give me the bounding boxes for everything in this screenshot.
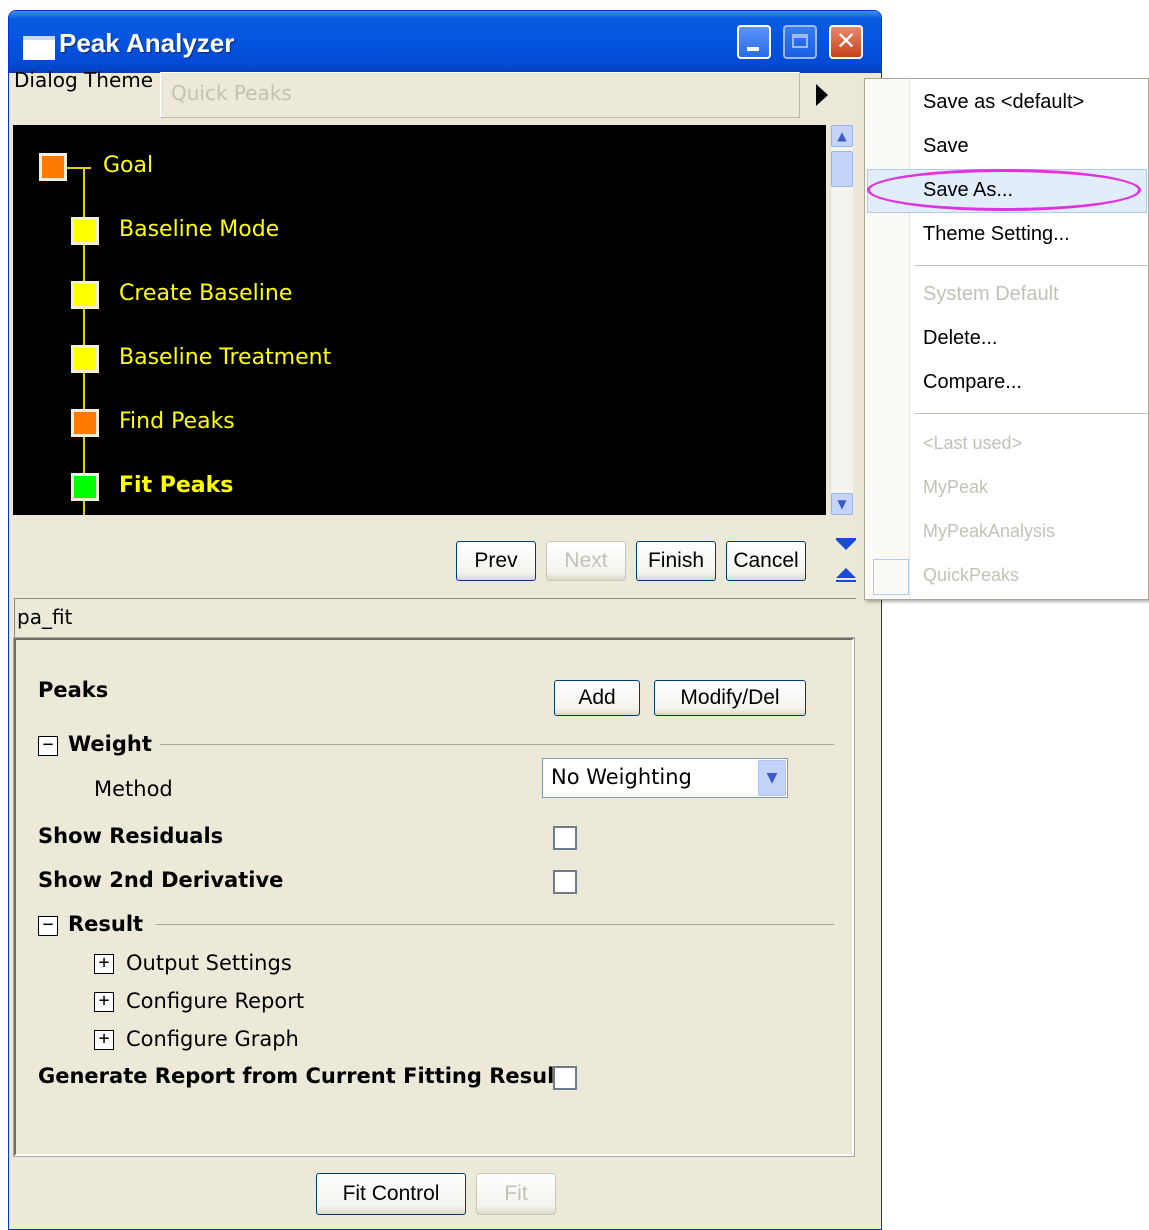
menu-gutter	[865, 79, 910, 599]
maximize-icon	[792, 34, 808, 48]
expand-configure-graph-icon[interactable]: +	[94, 1030, 114, 1050]
tree-node-baseline-treatment[interactable]: Baseline Treatment	[119, 345, 331, 370]
tree-node-goal[interactable]: Goal	[103, 153, 153, 178]
tree-scrollbar[interactable]: ▲ ▼	[830, 125, 853, 515]
collapse-result-icon[interactable]: −	[38, 916, 58, 936]
result-divider	[156, 924, 834, 925]
expand-output-settings-icon[interactable]: +	[94, 954, 114, 974]
tree-node-find-peaks[interactable]: Find Peaks	[119, 409, 235, 434]
weight-divider	[160, 744, 834, 745]
output-settings-label[interactable]: Output Settings	[126, 951, 292, 975]
show-2nd-derivative-label: Show 2nd Derivative	[38, 868, 284, 892]
tree-node-baseline-mode[interactable]: Baseline Mode	[119, 217, 279, 242]
tree-node-baseline-mode-marker[interactable]	[71, 217, 99, 245]
expand-up-icon[interactable]	[836, 568, 856, 578]
close-icon: ✕	[835, 27, 857, 55]
show-residuals-checkbox[interactable]	[553, 826, 577, 850]
tree-node-find-peaks-marker[interactable]	[71, 409, 99, 437]
expand-configure-report-icon[interactable]: +	[94, 992, 114, 1012]
configure-graph-label[interactable]: Configure Graph	[126, 1027, 299, 1051]
collapse-weight-icon[interactable]: −	[38, 736, 58, 756]
expand-bar	[836, 580, 856, 582]
next-button[interactable]: Next	[546, 541, 626, 581]
menu-save-as-default[interactable]: Save as <default>	[923, 91, 1084, 114]
scroll-down-icon[interactable]: ▼	[831, 493, 853, 515]
collapse-down-icon[interactable]	[836, 540, 856, 550]
prev-button[interactable]: Prev	[456, 541, 536, 581]
tree-node-fit-peaks-marker[interactable]	[71, 473, 99, 501]
finish-button[interactable]: Finish	[636, 541, 716, 581]
menu-save[interactable]: Save	[923, 135, 969, 158]
menu-quick-peaks[interactable]: QuickPeaks	[923, 565, 1019, 586]
dialog-theme-field[interactable]: Quick Peaks	[160, 72, 800, 118]
weighting-method-value: No Weighting	[551, 765, 692, 789]
tree-node-baseline-treatment-marker[interactable]	[71, 345, 99, 373]
configure-report-label[interactable]: Configure Report	[126, 989, 304, 1013]
generate-report-checkbox[interactable]	[553, 1066, 577, 1090]
fit-button[interactable]: Fit	[476, 1173, 556, 1215]
function-name-field: pa_fit	[14, 598, 856, 640]
window-icon	[23, 36, 55, 60]
minimize-button[interactable]	[737, 25, 771, 59]
dialog-theme-label: Dialog Theme	[14, 68, 154, 92]
tree-node-fit-peaks[interactable]: Fit Peaks	[119, 473, 233, 498]
current-theme-check-icon	[873, 559, 909, 595]
weighting-method-select[interactable]: No Weighting ▼	[542, 758, 788, 798]
cancel-button[interactable]: Cancel	[726, 541, 806, 581]
generate-report-label: Generate Report from Current Fitting Res…	[38, 1064, 565, 1088]
menu-separator	[915, 413, 1149, 414]
show-2nd-derivative-checkbox[interactable]	[553, 870, 577, 894]
show-residuals-label: Show Residuals	[38, 824, 224, 848]
modify-del-button[interactable]: Modify/Del	[654, 680, 806, 716]
method-label: Method	[94, 777, 173, 801]
tree-node-create-baseline-marker[interactable]	[71, 281, 99, 309]
tree-node-create-baseline[interactable]: Create Baseline	[119, 281, 292, 306]
theme-menu-arrow-icon[interactable]	[816, 84, 828, 106]
scroll-up-icon[interactable]: ▲	[831, 125, 853, 147]
menu-separator	[915, 265, 1149, 266]
menu-last-used[interactable]: <Last used>	[923, 433, 1022, 454]
weight-section-label: Weight	[68, 732, 152, 756]
menu-my-peak-analysis[interactable]: MyPeakAnalysis	[923, 521, 1055, 542]
title-bar[interactable]: Peak Analyzer ✕	[9, 11, 881, 73]
peaks-label: Peaks	[38, 678, 109, 702]
menu-system-default[interactable]: System Default	[923, 283, 1059, 306]
result-section-label: Result	[68, 912, 144, 936]
menu-save-as[interactable]: Save As...	[923, 179, 1013, 202]
chevron-down-icon[interactable]: ▼	[758, 760, 786, 796]
add-peak-button[interactable]: Add	[554, 680, 640, 716]
menu-my-peak[interactable]: MyPeak	[923, 477, 988, 498]
window-title: Peak Analyzer	[59, 28, 235, 58]
menu-theme-setting[interactable]: Theme Setting...	[923, 223, 1070, 246]
scroll-thumb[interactable]	[831, 151, 853, 187]
menu-delete[interactable]: Delete...	[923, 327, 997, 350]
tree-node-goal-marker[interactable]	[39, 153, 67, 181]
maximize-button[interactable]	[783, 25, 817, 59]
close-button[interactable]: ✕	[829, 25, 863, 59]
fit-control-button[interactable]: Fit Control	[316, 1173, 466, 1215]
minimize-icon	[747, 47, 759, 51]
theme-context-menu: Save as <default> Save Save As... Theme …	[864, 78, 1149, 600]
menu-compare[interactable]: Compare...	[923, 371, 1022, 394]
wizard-tree: Goal Baseline Mode Create Baseline Basel…	[13, 125, 826, 515]
